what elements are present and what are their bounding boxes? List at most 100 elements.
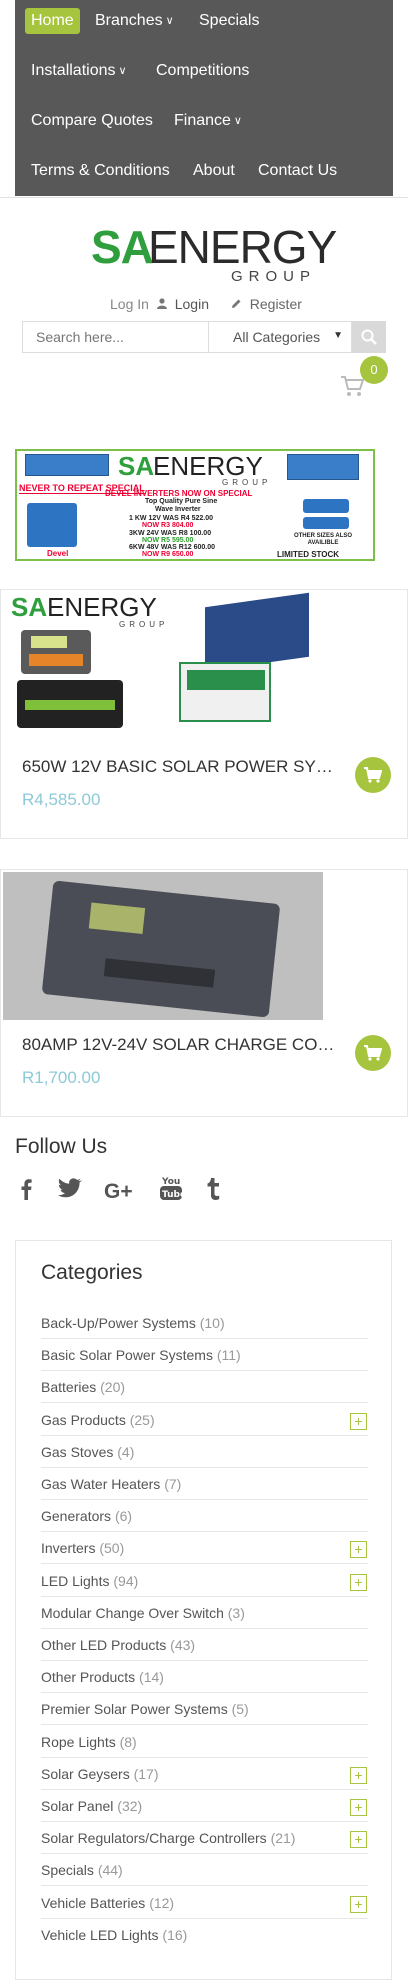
search-button[interactable] xyxy=(352,321,386,353)
product-title[interactable]: 80AMP 12V-24V SOLAR CHARGE CONTROLLER xyxy=(22,1035,342,1055)
category-name[interactable]: Vehicle LED Lights xyxy=(41,1927,159,1943)
category-name[interactable]: Other Products xyxy=(41,1669,135,1685)
category-name[interactable]: Inverters xyxy=(41,1540,95,1556)
add-to-cart-button[interactable] xyxy=(355,757,391,793)
category-name[interactable]: Specials xyxy=(41,1862,94,1878)
category-item[interactable]: Back-Up/Power Systems (10) xyxy=(41,1307,368,1339)
category-item[interactable]: Rope Lights (8) xyxy=(41,1726,368,1758)
nav-contact[interactable]: Contact Us xyxy=(258,161,337,181)
category-item[interactable]: Vehicle LED Lights (16) xyxy=(41,1919,368,1951)
svg-text:You: You xyxy=(161,1177,180,1187)
add-to-cart-button[interactable] xyxy=(355,1035,391,1071)
category-name[interactable]: Premier Solar Power Systems xyxy=(41,1701,228,1717)
category-name[interactable]: Rope Lights xyxy=(41,1734,116,1750)
youtube-icon[interactable]: You Tube xyxy=(160,1175,186,1206)
twitter-icon[interactable] xyxy=(58,1178,82,1203)
nav-home[interactable]: Home xyxy=(25,8,80,34)
category-item[interactable]: Solar Geysers (17) + xyxy=(41,1758,368,1790)
site-logo[interactable]: SA ENERGY GROUP xyxy=(88,218,337,288)
logo-energy: ENERGY xyxy=(148,221,337,273)
category-item[interactable]: Solar Regulators/Charge Controllers (21)… xyxy=(41,1822,368,1855)
category-select[interactable]: All Categories ▼ xyxy=(208,321,352,353)
product-image[interactable]: SA ENERGY GROUP xyxy=(9,592,319,734)
product-card[interactable]: SA ENERGY GROUP 650W 12V BASIC SOLAR POW… xyxy=(0,589,408,839)
inverter-photo xyxy=(179,662,271,722)
category-name[interactable]: Basic Solar Power Systems xyxy=(41,1347,213,1363)
category-item[interactable]: Gas Water Heaters (7) xyxy=(41,1468,368,1500)
banner-line6: NOW R5 595.00 xyxy=(142,537,194,544)
expand-plus-icon[interactable]: + xyxy=(350,1895,367,1913)
tumblr-icon[interactable] xyxy=(206,1178,220,1205)
category-name[interactable]: Modular Change Over Switch xyxy=(41,1605,224,1621)
header-divider xyxy=(0,197,408,198)
charge-controller-photo xyxy=(21,630,91,674)
category-name[interactable]: Other LED Products xyxy=(41,1637,166,1653)
product-price: R1,700.00 xyxy=(22,1068,101,1087)
expand-plus-icon[interactable]: + xyxy=(350,1541,367,1559)
nav-terms[interactable]: Terms & Conditions xyxy=(31,161,170,181)
svg-text:Tube: Tube xyxy=(162,1190,182,1200)
category-item[interactable]: Inverters (50) + xyxy=(41,1532,368,1565)
category-item[interactable]: Generators (6) xyxy=(41,1500,368,1533)
category-item[interactable]: LED Lights (94) + xyxy=(41,1565,368,1597)
category-item[interactable]: Other Products (14) xyxy=(41,1661,368,1694)
product-card[interactable]: 80AMP 12V-24V SOLAR CHARGE CONTROLLER R1… xyxy=(0,869,408,1117)
expand-plus-icon[interactable]: + xyxy=(350,1766,367,1784)
category-item[interactable]: Premier Solar Power Systems (5) xyxy=(41,1693,368,1726)
banner-inverter-photo-3 xyxy=(303,517,349,529)
login-label[interactable]: Login xyxy=(175,296,209,312)
expand-plus-icon[interactable]: + xyxy=(350,1573,367,1591)
cart-icon xyxy=(341,376,365,396)
nav-about[interactable]: About xyxy=(193,161,235,181)
category-name[interactable]: Gas Stoves xyxy=(41,1444,113,1460)
category-name[interactable]: Generators xyxy=(41,1508,111,1524)
nav-specials-label: Specials xyxy=(199,12,260,29)
banner-inverter-image-2 xyxy=(287,454,359,480)
category-count: (10) xyxy=(199,1315,225,1331)
category-name[interactable]: Back-Up/Power Systems xyxy=(41,1315,196,1331)
category-count: (3) xyxy=(227,1604,245,1621)
cart-icon xyxy=(364,1045,382,1061)
category-name[interactable]: Solar Panel xyxy=(41,1798,113,1814)
login-link[interactable]: Log In xyxy=(110,296,149,312)
register-link[interactable]: Register xyxy=(250,296,302,312)
nav-compare-quotes-label: Compare Quotes xyxy=(31,112,153,129)
google-plus-icon[interactable]: G+ xyxy=(104,1180,133,1204)
category-name[interactable]: LED Lights xyxy=(41,1573,109,1589)
category-name[interactable]: Solar Geysers xyxy=(41,1766,130,1782)
category-item[interactable]: Batteries (20) xyxy=(41,1371,368,1404)
category-item[interactable]: Vehicle Batteries (12) + xyxy=(41,1887,368,1919)
category-name[interactable]: Batteries xyxy=(41,1379,96,1395)
nav-installations[interactable]: Installations ∨ xyxy=(31,61,127,82)
search-input[interactable] xyxy=(22,321,208,353)
expand-plus-icon[interactable]: + xyxy=(350,1831,367,1849)
promo-banner[interactable]: SA ENERGY GROUP NEVER TO REPEAT SPECIAL … xyxy=(15,449,375,561)
product-title[interactable]: 650W 12V BASIC SOLAR POWER SYSTEM xyxy=(22,757,342,777)
product-image[interactable] xyxy=(3,872,323,1020)
category-item[interactable]: Gas Products (25) + xyxy=(41,1404,368,1436)
category-count: (20) xyxy=(100,1379,126,1396)
facebook-icon[interactable] xyxy=(20,1178,32,1205)
category-item[interactable]: Other LED Products (43) xyxy=(41,1629,368,1661)
nav-competitions[interactable]: Competitions xyxy=(156,61,249,81)
expand-plus-icon[interactable]: + xyxy=(350,1799,367,1816)
category-item[interactable]: Basic Solar Power Systems (11) xyxy=(41,1339,368,1372)
nav-branches[interactable]: Branches ∨ xyxy=(95,11,174,32)
category-name[interactable]: Solar Regulators/Charge Controllers xyxy=(41,1830,267,1846)
nav-specials[interactable]: Specials xyxy=(199,11,259,31)
category-item[interactable]: Gas Stoves (4) xyxy=(41,1436,368,1468)
banner-line7: 6KW 48V WAS R12 600.00 xyxy=(129,544,215,551)
category-item[interactable]: Solar Panel (32) + xyxy=(41,1790,368,1822)
cart-button[interactable] xyxy=(340,375,365,402)
category-item[interactable]: Specials (44) xyxy=(41,1854,368,1887)
nav-compare-quotes[interactable]: Compare Quotes xyxy=(31,111,153,131)
nav-finance[interactable]: Finance ∨ xyxy=(174,111,242,132)
category-name[interactable]: Gas Products xyxy=(41,1412,126,1428)
nav-contact-label: Contact Us xyxy=(258,162,338,179)
category-name[interactable]: Vehicle Batteries xyxy=(41,1895,145,1911)
expand-plus-icon[interactable]: + xyxy=(350,1412,367,1430)
category-item[interactable]: Modular Change Over Switch (3) xyxy=(41,1597,368,1629)
banner-inverter-image xyxy=(25,454,109,476)
category-name[interactable]: Gas Water Heaters xyxy=(41,1476,160,1492)
battery-photo xyxy=(17,680,123,728)
